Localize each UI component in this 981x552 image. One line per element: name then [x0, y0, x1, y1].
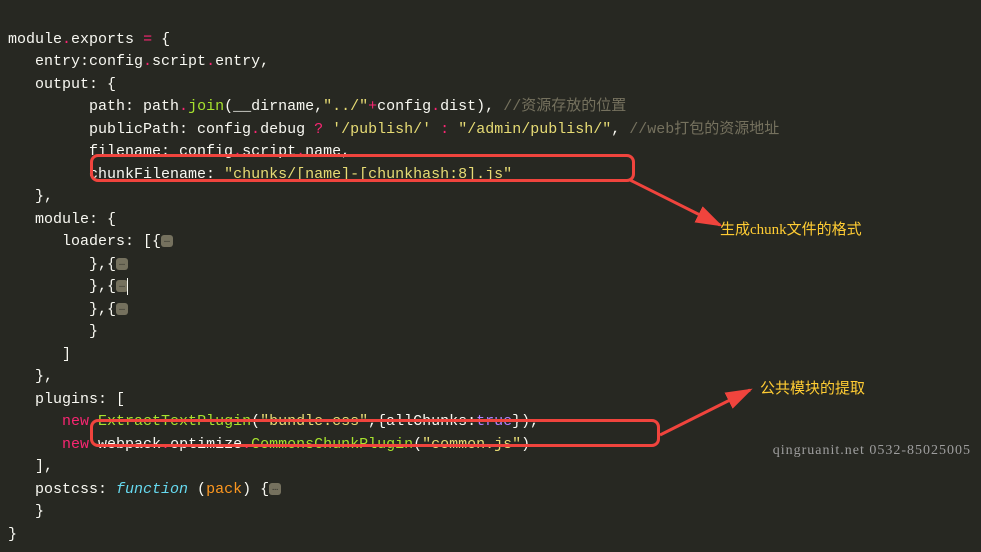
annotation-chunk-format: 生成chunk文件的格式 — [720, 219, 862, 242]
code-line: },{… — [8, 301, 128, 318]
code-line: } — [8, 323, 98, 340]
code-line: },{… — [8, 256, 128, 273]
fold-icon[interactable]: … — [116, 303, 128, 315]
annotation-common-module: 公共模块的提取 — [760, 378, 865, 401]
code-line: },{… — [8, 278, 128, 295]
code-line: entry:config.script.entry, — [8, 53, 269, 70]
code-line: }, — [8, 368, 53, 385]
code-line: ], — [8, 458, 53, 475]
code-line: }, — [8, 188, 53, 205]
code-editor[interactable]: module.exports = { entry:config.script.e… — [0, 0, 981, 552]
code-line: } — [8, 526, 17, 543]
watermark-text: qingruanit.net 0532-85025005 — [773, 440, 971, 461]
code-line: postcss: function (pack) {… — [8, 481, 281, 498]
code-line: publicPath: config.debug ? '/publish/' :… — [8, 121, 779, 138]
code-line: plugins: [ — [8, 391, 125, 408]
code-line: new ExtractTextPlugin("bundle.css",{allC… — [8, 413, 539, 430]
fold-icon[interactable]: … — [116, 258, 128, 270]
code-line: module.exports = { — [8, 31, 170, 48]
code-line: new webpack.optimize.CommonsChunkPlugin(… — [8, 436, 530, 453]
code-line: module: { — [8, 211, 116, 228]
text-cursor — [127, 278, 128, 295]
code-line: filename: config.script.name, — [8, 143, 350, 160]
fold-icon[interactable]: … — [161, 235, 173, 247]
code-line: chunkFilename: "chunks/[name]-[chunkhash… — [8, 166, 512, 183]
fold-icon[interactable]: … — [269, 483, 281, 495]
code-line: path: path.join(__dirname,"../"+config.d… — [8, 98, 626, 115]
code-line: output: { — [8, 76, 116, 93]
code-line: } — [8, 503, 44, 520]
code-line: ] — [8, 346, 71, 363]
code-line: loaders: [{… — [8, 233, 173, 250]
